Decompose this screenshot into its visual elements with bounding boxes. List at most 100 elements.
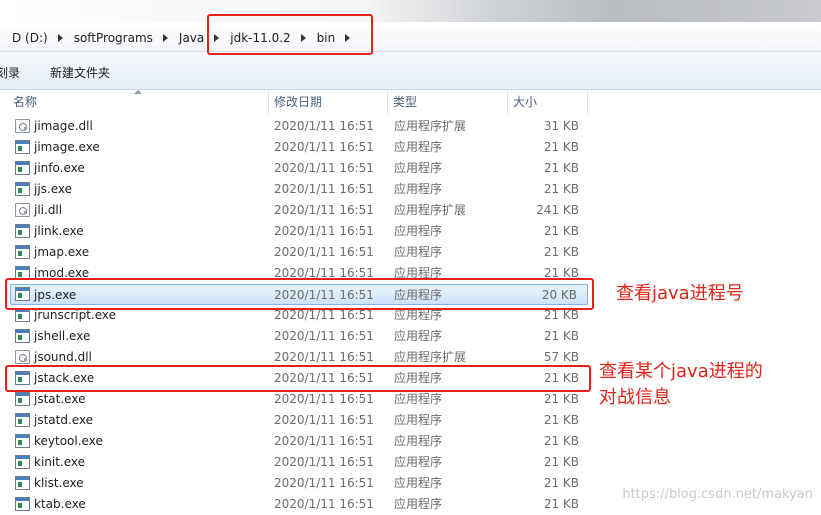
- file-row[interactable]: jstatd.exe 2020/1/11 16:51 应用程序 21 KB: [0, 410, 600, 431]
- file-row[interactable]: jinfo.exe 2020/1/11 16:51 应用程序 21 KB: [0, 158, 600, 179]
- exe-icon: [15, 161, 30, 175]
- file-row[interactable]: ktab.exe 2020/1/11 16:51 应用程序 21 KB: [0, 494, 600, 515]
- exe-icon: [15, 308, 30, 322]
- file-type: 应用程序: [394, 476, 443, 490]
- file-row[interactable]: jshell.exe 2020/1/11 16:51 应用程序 21 KB: [0, 326, 600, 347]
- file-size: 21 KB: [543, 161, 579, 175]
- file-name: keytool.exe: [34, 434, 103, 448]
- column-header-row: 名称 修改日期 类型 大小: [0, 90, 821, 114]
- file-row[interactable]: jmap.exe 2020/1/11 16:51 应用程序 21 KB: [0, 242, 600, 263]
- file-date: 2020/1/11 16:51: [274, 140, 374, 154]
- file-size: 21 KB: [543, 413, 579, 427]
- breadcrumb-softprograms[interactable]: softPrograms: [72, 31, 155, 45]
- file-type: 应用程序: [394, 182, 443, 196]
- annotation-box-jps: [5, 278, 594, 310]
- file-name: jimage.exe: [34, 140, 100, 154]
- exe-icon: [15, 140, 30, 154]
- file-name: jshell.exe: [34, 329, 91, 343]
- exe-icon: [15, 329, 30, 343]
- file-date: 2020/1/11 16:51: [274, 413, 374, 427]
- exe-icon: [15, 434, 30, 448]
- file-type: 应用程序: [394, 413, 443, 427]
- file-row[interactable]: kinit.exe 2020/1/11 16:51 应用程序 21 KB: [0, 452, 600, 473]
- exe-icon: [15, 182, 30, 196]
- file-size: 21 KB: [543, 434, 579, 448]
- file-size: 21 KB: [543, 455, 579, 469]
- dll-icon: [15, 203, 30, 217]
- file-size: 21 KB: [543, 476, 579, 490]
- file-name: jinfo.exe: [34, 161, 85, 175]
- column-header-type[interactable]: 类型: [388, 90, 508, 114]
- file-name: jstat.exe: [34, 392, 86, 406]
- file-date: 2020/1/11 16:51: [274, 161, 374, 175]
- file-date: 2020/1/11 16:51: [274, 203, 374, 217]
- file-date: 2020/1/11 16:51: [274, 434, 374, 448]
- column-header-date[interactable]: 修改日期: [269, 90, 388, 114]
- file-size: 21 KB: [543, 497, 579, 511]
- file-type: 应用程序: [394, 161, 443, 175]
- exe-icon: [15, 224, 30, 238]
- exe-icon: [15, 413, 30, 427]
- file-name: jstatd.exe: [34, 413, 94, 427]
- annotation-note-jstack-line2: 对战信息: [599, 387, 671, 408]
- file-name: jjs.exe: [34, 182, 73, 196]
- file-size: 21 KB: [543, 329, 579, 343]
- file-row[interactable]: jlink.exe 2020/1/11 16:51 应用程序 21 KB: [0, 221, 600, 242]
- dll-icon: [15, 119, 30, 133]
- file-date: 2020/1/11 16:51: [274, 119, 374, 133]
- file-date: 2020/1/11 16:51: [274, 476, 374, 490]
- file-type: 应用程序: [394, 434, 443, 448]
- file-row[interactable]: klist.exe 2020/1/11 16:51 应用程序 21 KB: [0, 473, 600, 494]
- exe-icon: [15, 476, 30, 490]
- watermark: https://blog.csdn.net/makyan: [622, 487, 813, 502]
- file-row[interactable]: jjs.exe 2020/1/11 16:51 应用程序 21 KB: [0, 179, 600, 200]
- file-name: ktab.exe: [34, 497, 86, 511]
- file-name: jli.dll: [34, 203, 63, 217]
- burn-button[interactable]: 刻录: [0, 64, 20, 81]
- file-row[interactable]: jimage.dll 2020/1/11 16:51 应用程序扩展 31 KB: [0, 116, 600, 137]
- chevron-right-icon[interactable]: [57, 34, 63, 42]
- chevron-right-icon[interactable]: [162, 34, 168, 42]
- file-size: 21 KB: [543, 140, 579, 154]
- file-size: 21 KB: [543, 182, 579, 196]
- file-date: 2020/1/11 16:51: [274, 497, 374, 511]
- file-size: 21 KB: [543, 392, 579, 406]
- file-type: 应用程序扩展: [394, 119, 467, 133]
- file-size: 21 KB: [543, 245, 579, 259]
- file-row[interactable]: jli.dll 2020/1/11 16:51 应用程序扩展 241 KB: [0, 200, 600, 221]
- file-type: 应用程序扩展: [394, 203, 467, 217]
- file-size: 241 KB: [536, 203, 579, 217]
- column-header-name[interactable]: 名称: [8, 90, 269, 114]
- new-folder-button[interactable]: 新建文件夹: [50, 64, 110, 81]
- exe-icon: [15, 455, 30, 469]
- column-header-size[interactable]: 大小: [508, 90, 588, 114]
- file-type: 应用程序: [394, 140, 443, 154]
- file-type: 应用程序: [394, 497, 443, 511]
- file-row[interactable]: jstat.exe 2020/1/11 16:51 应用程序 21 KB: [0, 389, 600, 410]
- file-type: 应用程序: [394, 245, 443, 259]
- file-type: 应用程序: [394, 224, 443, 238]
- file-name: klist.exe: [34, 476, 84, 490]
- annotation-box-jstack: [5, 365, 591, 392]
- annotation-note-jstack-line1: 查看某个java进程的: [599, 361, 763, 382]
- dll-icon: [15, 350, 30, 364]
- file-size: 31 KB: [543, 119, 579, 133]
- file-row[interactable]: jimage.exe 2020/1/11 16:51 应用程序 21 KB: [0, 137, 600, 158]
- file-date: 2020/1/11 16:51: [274, 224, 374, 238]
- address-bar[interactable]: D (D:) softPrograms Java jdk-11.0.2 bin: [0, 22, 821, 52]
- file-date: 2020/1/11 16:51: [274, 329, 374, 343]
- exe-icon: [15, 392, 30, 406]
- file-row[interactable]: keytool.exe 2020/1/11 16:51 应用程序 21 KB: [0, 431, 600, 452]
- file-name: jimage.dll: [34, 119, 93, 133]
- file-date: 2020/1/11 16:51: [274, 245, 374, 259]
- file-type: 应用程序: [394, 455, 443, 469]
- file-list: jimage.dll 2020/1/11 16:51 应用程序扩展 31 KB jima…: [0, 116, 600, 515]
- breadcrumb-drive[interactable]: D (D:): [10, 31, 50, 45]
- file-date: 2020/1/11 16:51: [274, 392, 374, 406]
- file-type: 应用程序: [394, 329, 443, 343]
- file-date: 2020/1/11 16:51: [274, 455, 374, 469]
- breadcrumb-java[interactable]: Java: [177, 31, 206, 45]
- window-top-strip: [0, 0, 821, 22]
- file-size: 21 KB: [543, 224, 579, 238]
- annotation-note-jps: 查看java进程号: [616, 283, 744, 304]
